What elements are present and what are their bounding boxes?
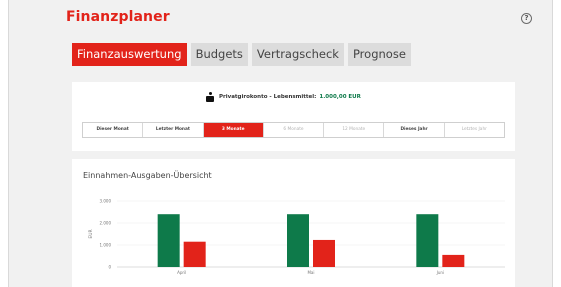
period-dieser-monat[interactable]: Dieser Monat	[83, 123, 144, 137]
y-tick-label: 3.000	[100, 199, 112, 204]
chart-title: Einnahmen-Ausgaben-Übersicht	[83, 171, 212, 180]
period-letztes-jahr[interactable]: Letztes Jahr	[445, 123, 504, 137]
sparkasse-logo-icon	[206, 92, 214, 102]
account-amount: 1.000,00 EUR	[319, 94, 361, 100]
app-title: Finanzplaner	[66, 9, 170, 25]
y-axis-title: EUR	[88, 229, 94, 238]
bar-april-0	[157, 214, 180, 267]
bar-april-1	[183, 241, 206, 267]
x-tick-label: Juni	[436, 270, 444, 275]
app-frame: Finanzplaner ? Finanzauswertung Budgets …	[8, 0, 553, 287]
account-panel: Privatgirokonto - Lebensmittel: 1.000,00…	[72, 82, 515, 151]
main-tabs: Finanzauswertung Budgets Vertragscheck P…	[72, 43, 411, 66]
y-tick-label: 0	[108, 265, 111, 270]
tab-vertragscheck[interactable]: Vertragscheck	[251, 43, 344, 66]
tab-prognose[interactable]: Prognose	[347, 43, 411, 66]
period-selector: Dieser Monat Letzter Monat 3 Monate 6 Mo…	[82, 122, 505, 138]
y-tick-label: 2.000	[100, 221, 112, 226]
y-tick-label: 1.000	[100, 243, 112, 248]
period-12-monate[interactable]: 12 Monate	[324, 123, 385, 137]
x-tick-label: Mai	[307, 270, 314, 275]
period-6-monate[interactable]: 6 Monate	[264, 123, 325, 137]
x-tick-label: April	[177, 270, 186, 275]
account-selector[interactable]: Privatgirokonto - Lebensmittel: 1.000,00…	[206, 91, 361, 103]
tab-finanzauswertung[interactable]: Finanzauswertung	[72, 43, 187, 66]
period-3-monate[interactable]: 3 Monate	[203, 123, 264, 137]
bar-mai-0	[287, 214, 309, 267]
bar-juni-1	[442, 254, 465, 267]
bar-mai-1	[313, 239, 335, 267]
account-label: Privatgirokonto - Lebensmittel:	[219, 94, 317, 100]
bar-juni-0	[416, 214, 439, 267]
tab-budgets[interactable]: Budgets	[190, 43, 248, 66]
chart-panel: Einnahmen-Ausgaben-Übersicht 0 1.000 2.000…	[72, 159, 515, 287]
period-letzter-monat[interactable]: Letzter Monat	[143, 123, 204, 137]
help-circle-icon[interactable]: ?	[521, 13, 532, 24]
income-expense-chart: 0 1.000 2.000 3.000 EUR April Mai Juni	[88, 199, 505, 275]
period-dieses-jahr[interactable]: Dieses Jahr	[384, 123, 445, 137]
